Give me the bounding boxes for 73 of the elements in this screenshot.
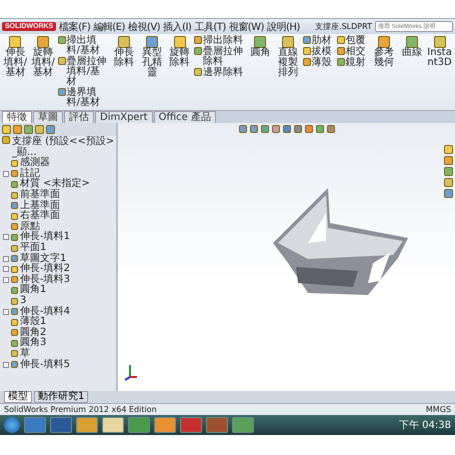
expand-icon[interactable] [3, 308, 9, 315]
menu-item[interactable]: 工具(T) [194, 20, 226, 34]
ribbon-button[interactable]: 掃出除料 [194, 36, 246, 46]
expand-icon[interactable] [3, 276, 9, 283]
tree-item[interactable]: 右基準面 [20, 211, 60, 222]
clock: 下午 04:38 [399, 419, 451, 432]
tree-item[interactable]: 圓角3 [20, 338, 46, 348]
ribbon-button[interactable]: 鏡射 [336, 58, 370, 68]
tree-item[interactable]: 註記 [20, 168, 40, 179]
axis-triad-drawing [124, 363, 138, 381]
ribbon-button[interactable]: 疊層拉伸除料 [194, 47, 246, 67]
part-icon [2, 136, 10, 144]
ribbon-button[interactable]: 拔模 [302, 47, 336, 57]
menu-item[interactable]: 檔案(F) [59, 20, 90, 34]
taskbar-app-icon[interactable] [50, 417, 72, 433]
tree-item[interactable]: 平面1 [20, 243, 46, 254]
expand-icon[interactable] [3, 234, 9, 240]
tree-item[interactable]: 伸長-填料3 [20, 274, 70, 285]
tree-item[interactable]: 原點 [20, 222, 40, 232]
tree-item[interactable]: 伸長-填料1 [20, 232, 70, 242]
tree-item[interactable]: 圓角2 [20, 328, 46, 338]
expand-icon[interactable] [3, 362, 9, 368]
tree-item[interactable]: 感測器 [20, 158, 50, 168]
menu-item[interactable]: 視窗(W) [228, 20, 264, 34]
ribbon-button[interactable]: 相交 [336, 47, 370, 57]
ribbon-button[interactable]: 邊界除料 [194, 68, 246, 78]
tree-item[interactable]: 草圖文字1 [20, 254, 66, 264]
tab[interactable]: 草圖 [33, 111, 63, 123]
tree-item[interactable]: 伸長-填料2 [20, 264, 70, 274]
ribbon-button[interactable]: 異型孔精靈 [138, 36, 166, 78]
ribbon-button[interactable]: 肋材 [302, 36, 336, 46]
tab[interactable]: 動作研究1 [34, 391, 88, 403]
tree-item[interactable]: 薄殼1 [20, 317, 46, 328]
tab[interactable]: DimXpert [95, 111, 153, 123]
tree-item[interactable]: 圓角1 [20, 285, 46, 296]
window-title: 支撐座.SLDPRT [315, 21, 372, 32]
menu-item[interactable]: 檢視(V) [128, 20, 160, 34]
status-text: SolidWorks Premium 2012 x64 Edition [4, 405, 157, 414]
expand-icon[interactable] [3, 266, 9, 272]
tree-item[interactable]: 上基準面 [20, 200, 60, 211]
tab[interactable]: 特徵 [2, 111, 32, 123]
taskbar-app-icon[interactable] [102, 417, 124, 433]
tree-item[interactable]: 伸長-填料4 [20, 306, 70, 317]
expand-icon[interactable] [3, 256, 9, 262]
units-label[interactable]: MMGS [426, 405, 451, 414]
ribbon-button[interactable]: 曲線 [398, 36, 426, 58]
tab[interactable]: Office 產品 [154, 111, 216, 123]
tree-item[interactable]: 材質 <未指定> [20, 179, 90, 190]
ribbon-button[interactable]: 直線複製排列 [274, 36, 302, 78]
ribbon-button[interactable]: 圓角 [246, 36, 274, 58]
tree-root[interactable]: 支撐座 (預設<<預設>_顯... [12, 136, 116, 158]
ribbon-button[interactable]: 旋轉除料 [166, 36, 193, 68]
tree-item[interactable]: 前基準面 [20, 190, 60, 200]
ribbon-button[interactable]: 旋轉填料/基材 [30, 36, 57, 78]
tab[interactable]: 模型 [4, 391, 32, 403]
tree-item[interactable]: 草 [20, 348, 30, 359]
menu-item[interactable]: 插入(I) [163, 20, 192, 34]
expand-icon[interactable] [3, 170, 9, 177]
ribbon-button[interactable]: Instant3D [426, 36, 453, 68]
ribbon-button[interactable]: 疊層拉伸填料/基材 [58, 57, 110, 87]
ribbon-button[interactable]: 包覆 [336, 36, 370, 46]
ribbon-button[interactable]: 伸長除料 [110, 36, 138, 68]
ribbon-button[interactable]: 伸長填料/基材 [2, 36, 29, 78]
menu-item[interactable]: 說明(H) [266, 20, 300, 34]
tree-item[interactable]: 伸長-填料5 [20, 360, 70, 370]
start-button[interactable] [4, 417, 20, 433]
ribbon-button[interactable]: 薄殼 [302, 58, 336, 68]
tree-item[interactable]: 3 [20, 296, 26, 306]
ribbon-button[interactable]: 邊界填料/基材 [58, 88, 110, 108]
ribbon-button[interactable]: 掃出填料/基材 [58, 36, 110, 56]
ribbon-button[interactable]: 參考幾何 [370, 36, 398, 68]
menu-item[interactable]: 編輯(E) [93, 20, 125, 34]
tab[interactable]: 評估 [64, 111, 94, 123]
